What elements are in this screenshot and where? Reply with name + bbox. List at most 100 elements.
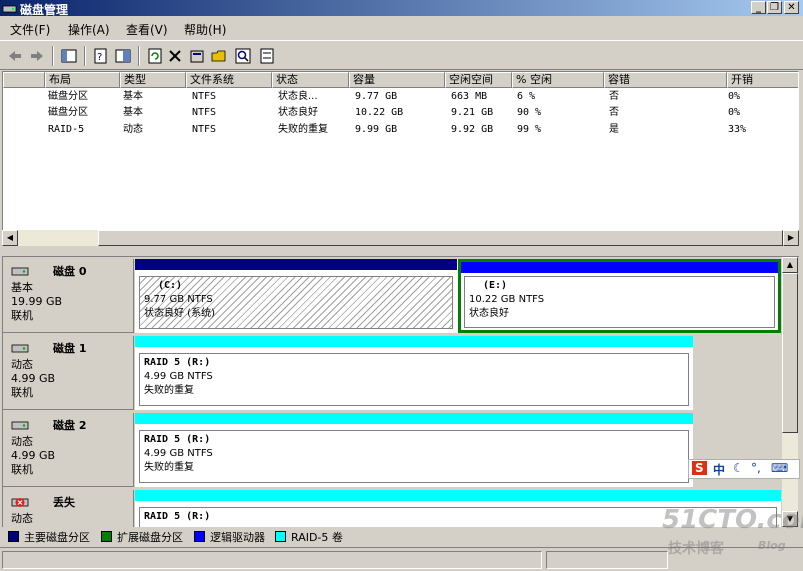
cell-overhead: 0% (728, 107, 741, 118)
partition-color-bar (135, 490, 781, 501)
disk-list-icon[interactable] (258, 47, 276, 65)
cell-status: 失败的重复 (278, 124, 328, 135)
delete-icon[interactable] (166, 47, 184, 65)
watermark-text: 技术博客 (668, 541, 724, 557)
moon-icon[interactable]: ☾ (733, 461, 744, 475)
minimize-button[interactable]: _ (751, 1, 766, 14)
disk-label[interactable]: 磁盘 2 动态 4.99 GB 联机 (3, 413, 134, 487)
disk-icon (11, 267, 29, 276)
partition-status: 状态良好 (469, 308, 509, 319)
cell-free-space: 9.21 GB (451, 107, 494, 118)
punctuation-icon[interactable]: °, (751, 461, 761, 475)
cell-free-space: 663 MB (451, 91, 488, 102)
partition-area: (C:) 9.77 GB NTFS 状态良好 (系统) (E:) 10.22 G… (135, 259, 781, 333)
scroll-up-button[interactable]: ▲ (782, 257, 798, 273)
partition-area: RAID 5 (R:) 4.99 GB NTFS 失败的重复 (135, 413, 693, 487)
cell-fault-tolerance: 否 (609, 107, 619, 118)
partition-color-bar (135, 413, 693, 424)
menu-help[interactable]: 帮助(H) (184, 21, 226, 38)
menu-view[interactable]: 查看(V) (126, 21, 168, 38)
disk-type: 基本 (11, 281, 33, 294)
refresh-icon[interactable] (146, 47, 164, 65)
disk-status: 联机 (11, 309, 33, 322)
partition-body: (E:) 10.22 GB NTFS 状态良好 (464, 276, 775, 328)
column-header-free-space[interactable]: 空闲空间 (445, 72, 512, 88)
legend-swatch-extended (101, 531, 112, 542)
back-arrow-icon[interactable] (6, 47, 24, 65)
partition-e-selected[interactable]: (E:) 10.22 GB NTFS 状态良好 (458, 259, 781, 333)
partition-status: 状态良好 (系统) (144, 308, 215, 319)
pane-splitter[interactable] (0, 247, 803, 255)
open-folder-icon[interactable] (210, 47, 228, 65)
column-header-overhead[interactable]: 开销 (727, 72, 798, 88)
column-header-layout[interactable]: 布局 (45, 72, 120, 88)
watermark-blog: Blog (758, 539, 786, 552)
menu-bar: 文件(F) 操作(A) 查看(V) 帮助(H) (0, 18, 803, 38)
partition-raid5[interactable]: RAID 5 (R:) 4.99 GB NTFS 失败的重复 (135, 413, 693, 487)
disk-row: 磁盘 1 动态 4.99 GB 联机 RAID 5 (R:) 4.99 GB N… (3, 336, 781, 412)
properties-sheet-icon[interactable] (188, 47, 206, 65)
disk-size: 4.99 GB (11, 449, 56, 462)
column-header-fault-tolerance[interactable]: 容错 (604, 72, 727, 88)
cell-status: 状态良... (278, 91, 318, 102)
legend-label: 逻辑驱动器 (210, 531, 265, 544)
close-button[interactable]: ✕ (784, 1, 799, 14)
partition-c[interactable]: (C:) 9.77 GB NTFS 状态良好 (系统) (135, 259, 457, 333)
disk-name: 磁盘 2 (53, 419, 87, 432)
title-bar: 磁盘管理 _ ❐ ✕ (0, 0, 803, 17)
disk-status: 联机 (11, 386, 33, 399)
column-header-type[interactable]: 类型 (120, 72, 186, 88)
partition-detail: 4.99 GB NTFS (144, 448, 213, 459)
cell-percent-free: 90 % (517, 107, 542, 118)
disk-type: 动态 (11, 512, 33, 525)
column-header-capacity[interactable]: 容量 (349, 72, 445, 88)
ime-logo[interactable]: S (692, 461, 707, 475)
scroll-thumb[interactable] (98, 230, 783, 246)
cell-filesystem: NTFS (192, 91, 217, 102)
partition-name: (E:) (483, 280, 508, 291)
column-header-status[interactable]: 状态 (272, 72, 349, 88)
console-tree-icon[interactable] (60, 47, 78, 65)
cell-layout: RAID-5 (48, 124, 85, 135)
keyboard-icon[interactable]: ⌨ (771, 461, 788, 475)
disk-label[interactable]: 磁盘 0 基本 19.99 GB 联机 (3, 259, 134, 333)
toolbar-separator (138, 46, 140, 66)
cell-overhead: 33% (728, 124, 747, 135)
scroll-left-button[interactable]: ◀ (2, 230, 18, 246)
menu-file[interactable]: 文件(F) (10, 21, 50, 38)
forward-arrow-icon[interactable] (28, 47, 46, 65)
partition-detail: 4.99 GB NTFS (144, 371, 213, 382)
disk-label[interactable]: 磁盘 1 动态 4.99 GB 联机 (3, 336, 134, 410)
partition-status: 失败的重复 (144, 385, 194, 396)
scroll-right-button[interactable]: ▶ (783, 230, 799, 246)
properties-icon[interactable]: ? (92, 47, 110, 65)
restore-button[interactable]: ❐ (767, 1, 782, 14)
partition-body: (C:) 9.77 GB NTFS 状态良好 (系统) (139, 276, 453, 329)
legend-label: 主要磁盘分区 (24, 531, 90, 544)
help-icon[interactable] (114, 47, 132, 65)
search-icon[interactable] (234, 47, 252, 65)
cell-type: 基本 (123, 107, 143, 118)
cell-type: 动态 (123, 124, 143, 135)
column-header-filesystem[interactable]: 文件系统 (186, 72, 272, 88)
ime-mode[interactable]: 中 (713, 461, 725, 478)
disk-size: 19.99 GB (11, 295, 63, 308)
partition-detail: 9.77 GB NTFS (144, 294, 213, 305)
column-header-blank (3, 72, 45, 88)
column-header-percent-free[interactable]: % 空闲 (512, 72, 604, 88)
toolbar-separator (52, 46, 54, 66)
vertical-scrollbar[interactable]: ▲ ▼ (782, 257, 798, 527)
disk-label[interactable]: 丢失 动态 (3, 490, 134, 527)
partition-status: 失败的重复 (144, 462, 194, 473)
partition-raid5[interactable]: RAID 5 (R:) 4.99 GB NTFS 失败的重复 (135, 336, 693, 410)
legend-swatch-logical (194, 531, 205, 542)
disk-size: 4.99 GB (11, 372, 56, 385)
disk-graphical-view: 磁盘 0 基本 19.99 GB 联机 (C:) 9.77 GB NTFS 状态… (2, 256, 799, 527)
cell-filesystem: NTFS (192, 124, 217, 135)
scroll-thumb[interactable] (782, 273, 798, 433)
horizontal-scrollbar[interactable]: ◀ ▶ (2, 230, 799, 246)
ime-toolbar[interactable]: S 中 ☾ °, ⌨ (688, 459, 800, 479)
cell-overhead: 0% (728, 91, 741, 102)
menu-action[interactable]: 操作(A) (68, 21, 110, 38)
legend-swatch-raid5 (275, 531, 286, 542)
